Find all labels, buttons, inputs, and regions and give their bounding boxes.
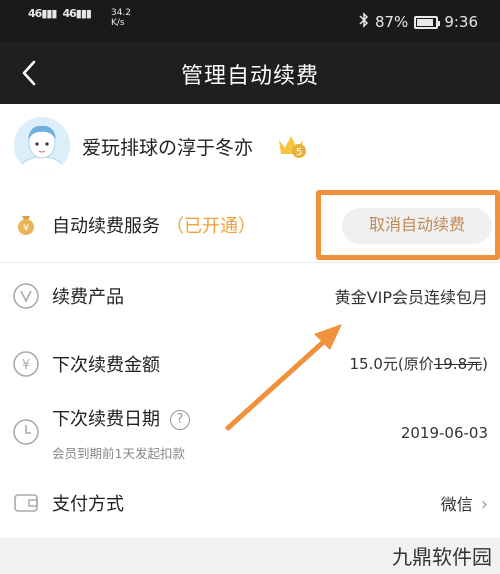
annotation-arrow xyxy=(225,324,342,431)
watermark: 九鼎软件园 xyxy=(392,545,492,569)
